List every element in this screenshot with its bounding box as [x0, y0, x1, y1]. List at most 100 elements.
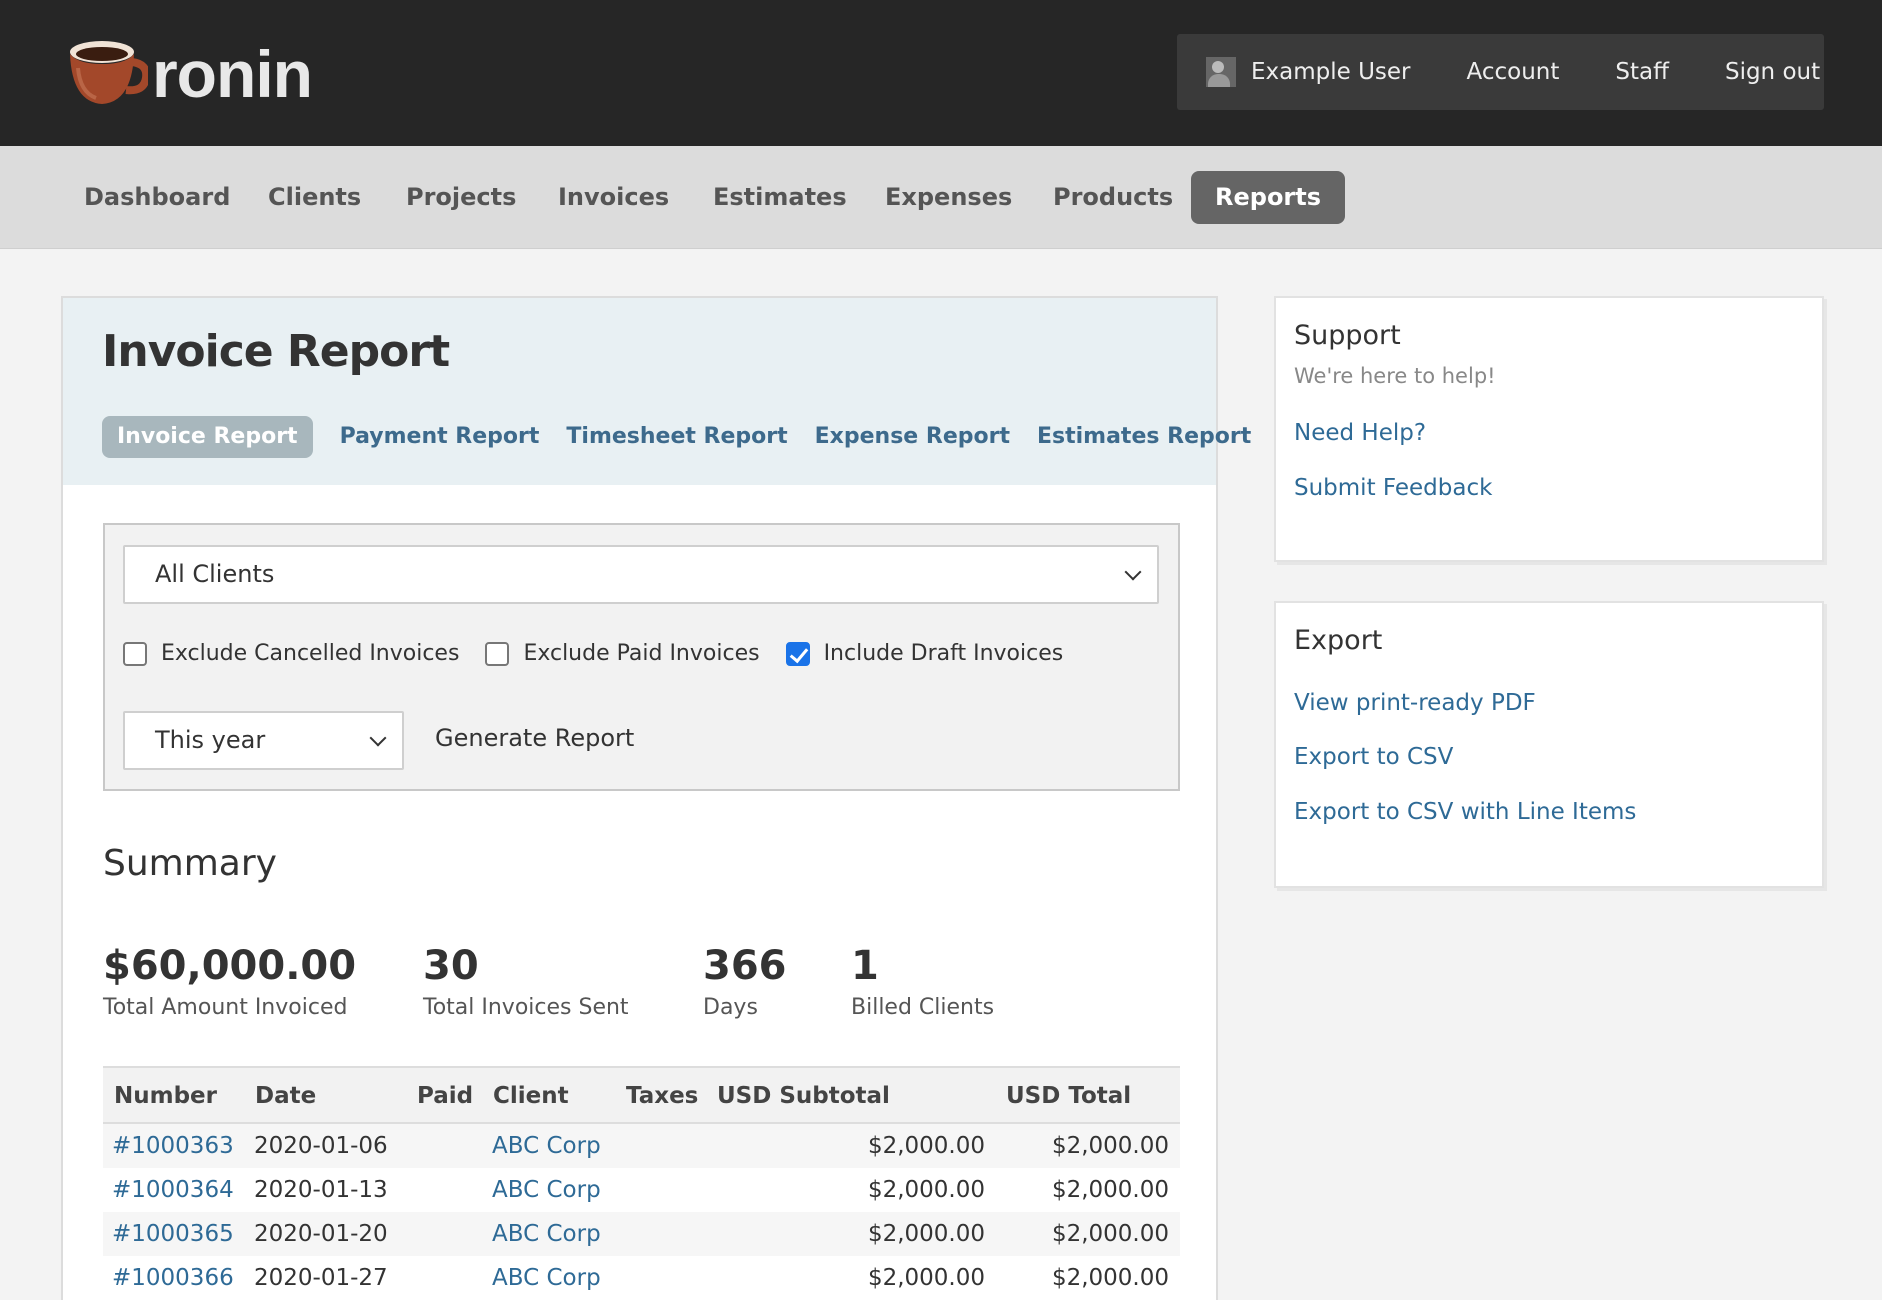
export-csv-link[interactable]: Export to CSV — [1294, 744, 1453, 770]
tab-projects[interactable]: Projects — [382, 171, 540, 224]
invoice-date: 2020-01-27 — [254, 1265, 388, 1291]
invoice-total: $2,000.00 — [1051, 1265, 1169, 1291]
table-row: #1000365 2020-01-20 ABC Corp $2,000.00 $… — [103, 1212, 1180, 1256]
table-row: #1000364 2020-01-13 ABC Corp $2,000.00 $… — [103, 1168, 1180, 1212]
invoice-total: $2,000.00 — [1051, 1133, 1169, 1159]
stat-label: Total Amount Invoiced — [103, 995, 348, 1020]
include-draft-checkbox[interactable]: Include Draft Invoices — [785, 641, 1064, 666]
tab-invoices[interactable]: Invoices — [534, 171, 693, 224]
need-help-link[interactable]: Need Help? — [1294, 420, 1426, 446]
submit-feedback-link[interactable]: Submit Feedback — [1294, 475, 1492, 501]
invoice-number-link[interactable]: #1000363 — [112, 1124, 234, 1168]
client-select-value: All Clients — [155, 560, 275, 588]
column-header-subtotal[interactable]: USD Subtotal — [717, 1068, 890, 1124]
column-header-number[interactable]: Number — [114, 1068, 217, 1124]
tab-dashboard[interactable]: Dashboard — [60, 171, 254, 224]
chevron-down-icon — [1124, 563, 1142, 581]
filter-checkboxes: Exclude Cancelled Invoices Exclude Paid … — [123, 641, 1089, 666]
stat-invoices-sent: 30 Total Invoices Sent — [423, 943, 629, 1020]
invoice-subtotal: $2,000.00 — [867, 1265, 985, 1291]
invoice-total: $2,000.00 — [1051, 1221, 1169, 1247]
stat-value: 30 — [423, 943, 479, 989]
client-link[interactable]: ABC Corp — [492, 1168, 601, 1212]
column-header-client[interactable]: Client — [493, 1068, 569, 1124]
checkbox-label: Exclude Cancelled Invoices — [161, 641, 460, 666]
print-pdf-link[interactable]: View print-ready PDF — [1294, 690, 1536, 716]
chevron-down-icon — [369, 729, 387, 747]
generate-report-button[interactable]: Generate Report — [435, 724, 634, 752]
date-range-select[interactable]: This year — [123, 711, 404, 770]
subtab-expense-report[interactable]: Expense Report — [815, 416, 1010, 458]
subtab-estimates-report[interactable]: Estimates Report — [1037, 416, 1251, 458]
report-header: Invoice Report Invoice Report Payment Re… — [63, 298, 1251, 485]
export-csv-line-items-link[interactable]: Export to CSV with Line Items — [1294, 799, 1636, 825]
report-subtabs: Invoice Report Payment Report Timesheet … — [102, 416, 1278, 458]
column-header-date[interactable]: Date — [255, 1068, 316, 1124]
invoice-date: 2020-01-20 — [254, 1221, 388, 1247]
invoice-table: Number Date Paid Client Taxes USD Subtot… — [103, 1066, 1180, 1300]
exclude-cancelled-checkbox[interactable]: Exclude Cancelled Invoices — [123, 641, 459, 666]
exclude-paid-checkbox[interactable]: Exclude Paid Invoices — [485, 641, 760, 666]
sign-out-link[interactable]: Sign out — [1725, 59, 1820, 85]
invoice-number-link[interactable]: #1000366 — [112, 1256, 234, 1300]
checkbox-box[interactable] — [123, 641, 147, 666]
invoice-number-link[interactable]: #1000365 — [112, 1212, 234, 1256]
account-link[interactable]: Account — [1467, 59, 1560, 85]
table-row: #1000366 2020-01-27 ABC Corp $2,000.00 $… — [103, 1256, 1180, 1300]
invoice-subtotal: $2,000.00 — [867, 1177, 985, 1203]
user-nav: Example User Account Staff Sign out — [1177, 34, 1824, 110]
user-name-link[interactable]: Example User — [1251, 59, 1411, 85]
brand-name: ronin — [152, 37, 313, 111]
subtab-timesheet-report[interactable]: Timesheet Report — [566, 416, 787, 458]
invoice-number-link[interactable]: #1000364 — [112, 1168, 234, 1212]
column-header-total[interactable]: USD Total — [1006, 1068, 1131, 1124]
export-title: Export — [1294, 625, 1383, 656]
table-row: #1000363 2020-01-06 ABC Corp $2,000.00 $… — [103, 1124, 1180, 1168]
tab-products[interactable]: Products — [1029, 171, 1197, 224]
tab-estimates[interactable]: Estimates — [689, 171, 871, 224]
stat-label: Total Invoices Sent — [423, 995, 629, 1020]
stat-value: $60,000.00 — [103, 943, 357, 989]
avatar[interactable] — [1206, 57, 1236, 87]
main-nav: Dashboard Clients Projects Invoices Esti… — [0, 146, 1882, 249]
stat-total-amount: $60,000.00 Total Amount Invoiced — [103, 943, 356, 1020]
stat-value: 1 — [851, 943, 879, 989]
tab-expenses[interactable]: Expenses — [861, 171, 1036, 224]
client-select[interactable]: All Clients — [123, 545, 1159, 604]
stat-label: Days — [703, 995, 758, 1020]
table-header: Number Date Paid Client Taxes USD Subtot… — [103, 1066, 1180, 1124]
date-range-value: This year — [155, 726, 266, 754]
support-box: Support We're here to help! Need Help? S… — [1274, 296, 1824, 562]
checkbox-box[interactable] — [485, 641, 510, 666]
checkbox-label: Exclude Paid Invoices — [523, 641, 760, 666]
checkbox-label: Include Draft Invoices — [823, 641, 1064, 666]
staff-link[interactable]: Staff — [1615, 59, 1669, 85]
subtab-invoice-report[interactable]: Invoice Report — [102, 416, 313, 458]
stat-label: Billed Clients — [851, 995, 995, 1020]
invoice-subtotal: $2,000.00 — [867, 1221, 985, 1247]
report-panel: Invoice Report Invoice Report Payment Re… — [61, 296, 1251, 1300]
summary-heading: Summary — [103, 843, 277, 884]
tab-clients[interactable]: Clients — [244, 171, 385, 224]
client-link[interactable]: ABC Corp — [492, 1212, 601, 1256]
page-title: Invoice Report — [102, 326, 450, 377]
client-link[interactable]: ABC Corp — [492, 1256, 601, 1300]
stat-value: 366 — [703, 943, 787, 989]
column-header-paid[interactable]: Paid — [417, 1068, 473, 1124]
stat-days: 366 Days — [703, 943, 787, 1020]
stat-billed-clients: 1 Billed Clients — [851, 943, 994, 1020]
export-box: Export View print-ready PDF Export to CS… — [1274, 601, 1824, 888]
column-header-taxes[interactable]: Taxes — [626, 1068, 698, 1124]
brand-logo[interactable]: ronin — [66, 37, 313, 111]
invoice-subtotal: $2,000.00 — [867, 1133, 985, 1159]
checkbox-box-checked[interactable] — [785, 641, 810, 666]
support-title: Support — [1294, 320, 1401, 351]
subtab-payment-report[interactable]: Payment Report — [340, 416, 540, 458]
client-link[interactable]: ABC Corp — [492, 1124, 601, 1168]
invoice-total: $2,000.00 — [1051, 1177, 1169, 1203]
support-subtitle: We're here to help! — [1294, 364, 1496, 388]
invoice-date: 2020-01-06 — [254, 1133, 388, 1159]
coffee-mug-icon — [66, 38, 151, 110]
top-bar: ronin Example User Account Staff Sign ou… — [0, 0, 1882, 146]
tab-reports[interactable]: Reports — [1191, 171, 1346, 224]
